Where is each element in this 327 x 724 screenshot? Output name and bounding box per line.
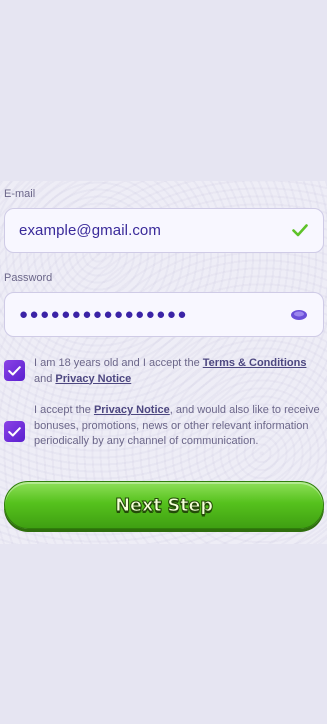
age-consent-row: I am 18 years old and I accept the Terms… (4, 356, 322, 387)
password-field[interactable]: ●●●●●●●●●●●●●●●● (4, 292, 324, 337)
checkmark-icon (8, 426, 21, 436)
terms-link[interactable]: Terms & Conditions (203, 357, 307, 369)
marketing-consent-text: I accept the Privacy Notice, and would a… (34, 404, 320, 447)
privacy-notice-link[interactable]: Privacy Notice (94, 404, 170, 416)
email-label: E-mail (4, 188, 36, 200)
age-consent-text: I am 18 years old and I accept the Terms… (34, 357, 307, 385)
checkmark-icon (8, 365, 21, 375)
eye-icon[interactable] (289, 308, 309, 322)
checkmark-icon (291, 222, 309, 240)
next-step-button[interactable]: Next Step (4, 481, 324, 529)
next-step-label: Next Step (115, 494, 214, 516)
marketing-consent-checkbox[interactable] (4, 421, 25, 442)
email-input[interactable] (19, 222, 291, 239)
password-input[interactable]: ●●●●●●●●●●●●●●●● (19, 306, 289, 323)
age-consent-checkbox[interactable] (4, 360, 25, 381)
signup-page: E-mail Password ●●●●●●●●●●●●●●●● I am 18… (0, 0, 327, 724)
privacy-notice-link[interactable]: Privacy Notice (55, 373, 131, 385)
marketing-consent-row: I accept the Privacy Notice, and would a… (4, 403, 322, 450)
password-label: Password (4, 272, 53, 284)
email-field[interactable] (4, 208, 324, 253)
